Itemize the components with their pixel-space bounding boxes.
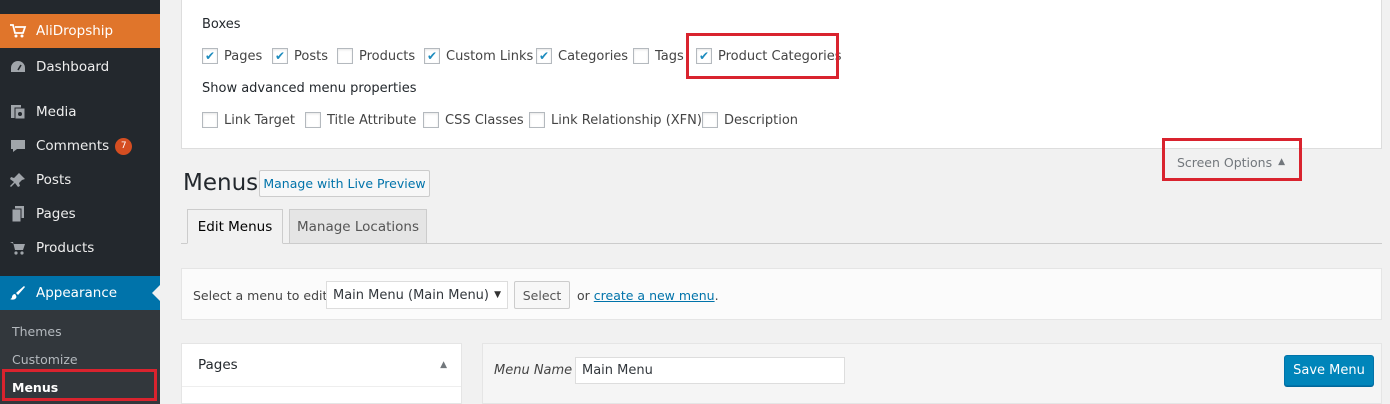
checkbox-label: CSS Classes (445, 112, 524, 128)
pages-accordion-header[interactable]: Pages ▲ (182, 344, 461, 387)
sidebar-item-pages[interactable]: Pages (0, 197, 160, 231)
sidebar-item-label: Pages (36, 206, 76, 222)
checkbox-link-relationship[interactable]: Link Relationship (XFN) (529, 112, 702, 128)
checkbox-label: Link Target (224, 112, 295, 128)
checkbox-box[interactable] (202, 48, 218, 64)
checkbox-label: Title Attribute (327, 112, 417, 128)
menu-select-value: Main Menu (Main Menu) (333, 287, 489, 303)
checkbox-box[interactable] (202, 112, 218, 128)
checkbox-link-target[interactable]: Link Target (202, 112, 295, 128)
checkbox-box[interactable] (696, 48, 712, 64)
checkbox-box[interactable] (305, 112, 321, 128)
sidebar-item-products[interactable]: Products (0, 231, 160, 265)
sidebar-item-label: Comments (36, 138, 110, 154)
checkbox-label: Link Relationship (XFN) (551, 112, 702, 128)
tab-edit-menus[interactable]: Edit Menus (187, 209, 283, 244)
sidebar-item-label: Posts (36, 172, 72, 188)
checkbox-box[interactable] (423, 112, 439, 128)
create-menu-text: or create a new menu. (577, 288, 719, 303)
sidebar-item-label: AliDropship (36, 23, 114, 39)
sidebar-item-comments[interactable]: Comments 7 (0, 129, 160, 163)
sidebar-item-media[interactable]: Media (0, 95, 160, 129)
save-menu-button[interactable]: Save Menu (1284, 355, 1374, 386)
create-new-menu-link[interactable]: create a new menu (594, 288, 715, 303)
admin-sidebar: AliDropship Dashboard Media Comments 7 P… (0, 0, 160, 404)
comments-count-badge: 7 (115, 137, 133, 155)
checkbox-box[interactable] (337, 48, 353, 64)
or-text: or (577, 288, 590, 303)
cart-icon (0, 240, 36, 256)
checkbox-label: Tags (655, 48, 684, 64)
menu-edit-panel: Menu Name Main Menu Save Menu (482, 343, 1382, 404)
pages-accordion: Pages ▲ (181, 343, 462, 404)
checkbox-box[interactable] (424, 48, 440, 64)
checkbox-box[interactable] (272, 48, 288, 64)
pin-icon (0, 171, 36, 189)
checkbox-categories[interactable]: Categories (536, 48, 628, 64)
select-menu-bar: Select a menu to edit: Main Menu (Main M… (181, 268, 1382, 320)
menu-select-dropdown[interactable]: Main Menu (Main Menu) ▼ (326, 281, 508, 309)
sidebar-item-label: Media (36, 104, 77, 120)
screen-options-toggle[interactable]: Screen Options ▲ (1166, 148, 1296, 176)
checkbox-label: Products (359, 48, 416, 64)
screen-options-label: Screen Options (1176, 154, 1273, 170)
submenu-item-menus[interactable]: Menus (0, 373, 160, 401)
checkbox-label: Custom Links (446, 48, 534, 64)
submenu-item-themes[interactable]: Themes (0, 317, 160, 345)
checkbox-box[interactable] (702, 112, 718, 128)
sidebar-item-dashboard[interactable]: Dashboard (0, 50, 160, 84)
menu-name-input[interactable]: Main Menu (575, 357, 845, 384)
media-icon (0, 103, 36, 121)
checkbox-title-attribute[interactable]: Title Attribute (305, 112, 416, 128)
cart-icon (0, 23, 36, 39)
pages-accordion-title: Pages (198, 357, 238, 373)
appearance-submenu: Themes Customize Menus (0, 310, 160, 404)
comment-icon (0, 138, 36, 154)
menu-name-value: Main Menu (582, 363, 653, 378)
checkbox-label: Product Categories (718, 48, 842, 64)
checkbox-box[interactable] (536, 48, 552, 64)
checkbox-css-classes[interactable]: CSS Classes (423, 112, 524, 128)
boxes-label: Boxes (202, 17, 241, 32)
checkbox-label: Categories (558, 48, 629, 64)
sidebar-item-alidropship[interactable]: AliDropship (0, 14, 160, 48)
brush-icon (0, 284, 36, 302)
checkbox-description[interactable]: Description (702, 112, 798, 128)
sidebar-item-label: Appearance (36, 285, 118, 301)
menu-name-label: Menu Name (494, 363, 573, 378)
sidebar-item-appearance[interactable]: Appearance (0, 276, 160, 310)
checkbox-products[interactable]: Products (337, 48, 415, 64)
screen-options-panel: Boxes Pages Posts Products Custom Links … (181, 0, 1382, 149)
period-text: . (714, 288, 719, 303)
checkbox-box[interactable] (529, 112, 545, 128)
checkbox-label: Pages (224, 48, 263, 64)
select-menu-prompt: Select a menu to edit: (193, 288, 332, 303)
caret-down-icon: ▼ (494, 290, 501, 300)
checkbox-posts[interactable]: Posts (272, 48, 328, 64)
checkbox-label: Description (724, 112, 799, 128)
checkbox-tags[interactable]: Tags (633, 48, 684, 64)
tab-manage-locations[interactable]: Manage Locations (289, 209, 427, 244)
submenu-item-customize[interactable]: Customize (0, 345, 160, 373)
sidebar-item-label: Dashboard (36, 59, 110, 75)
sidebar-item-posts[interactable]: Posts (0, 163, 160, 197)
pages-icon (0, 205, 36, 223)
page-title: Menus (183, 170, 259, 196)
checkbox-pages[interactable]: Pages (202, 48, 262, 64)
triangle-up-icon: ▲ (1278, 157, 1286, 167)
checkbox-product-categories[interactable]: Product Categories (696, 48, 842, 64)
checkbox-label: Posts (294, 48, 328, 64)
checkbox-box[interactable] (633, 48, 649, 64)
advanced-properties-label: Show advanced menu properties (202, 81, 417, 96)
select-button[interactable]: Select (514, 281, 570, 309)
dashboard-icon (0, 59, 36, 75)
triangle-up-icon: ▲ (440, 360, 447, 370)
manage-live-preview-button[interactable]: Manage with Live Preview (259, 170, 430, 197)
checkbox-custom-links[interactable]: Custom Links (424, 48, 533, 64)
sidebar-item-label: Products (36, 240, 95, 256)
